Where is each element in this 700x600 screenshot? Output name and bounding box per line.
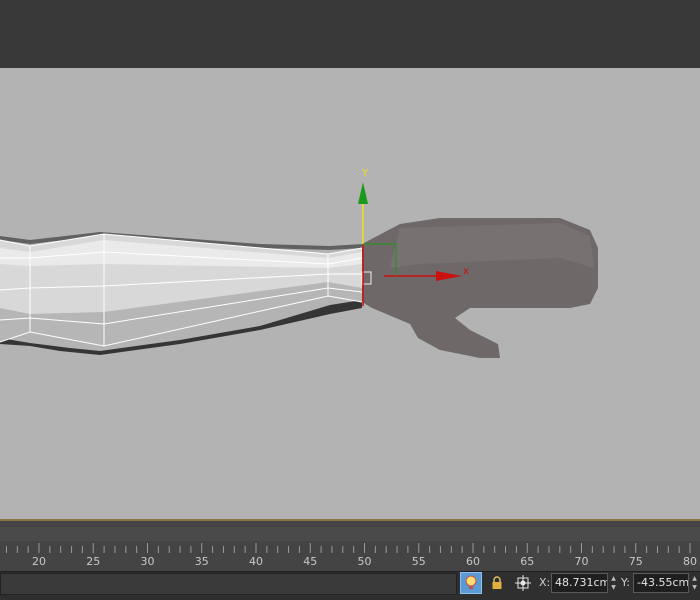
frame-tick-label: 45 (303, 555, 317, 568)
selection-lock-button[interactable] (486, 572, 508, 594)
x-coordinate-label: X: (539, 576, 551, 589)
frame-tick-label: 40 (249, 555, 263, 568)
frame-tick-label: 25 (86, 555, 100, 568)
isolate-selection-button[interactable] (460, 572, 482, 594)
y-coordinate-field[interactable]: -43.55cm (633, 573, 689, 593)
x-coordinate-spinner[interactable]: ▲ ▼ (609, 574, 618, 592)
top-toolbar-area (0, 0, 700, 68)
frame-tick-label: 65 (520, 555, 534, 568)
frame-tick-label: 55 (412, 555, 426, 568)
status-bar: X: 48.731cm ▲ ▼ Y: -43.55cm ▲ ▼ (0, 571, 700, 600)
frame-tick-label: 20 (32, 555, 46, 568)
lightbulb-icon (465, 575, 477, 589)
y-coordinate-label: Y: (621, 576, 630, 589)
lock-icon (492, 576, 502, 589)
frame-tick-label: 35 (195, 555, 209, 568)
y-axis-arrow (358, 182, 368, 204)
frame-tick-label: 75 (629, 555, 643, 568)
absolute-mode-button[interactable] (512, 572, 534, 594)
frame-tick-label: 50 (358, 555, 372, 568)
frame-tick-label: 30 (141, 555, 155, 568)
y-axis-label: Y (361, 168, 369, 179)
prompt-line[interactable] (0, 573, 457, 595)
transform-mode-icon (515, 575, 531, 591)
frame-tick-label: 80 (683, 555, 697, 568)
x-coordinate-field[interactable]: 48.731cm (551, 573, 608, 593)
frame-tick-label: 60 (466, 555, 480, 568)
timeline[interactable]: 20 25 30 35 40 45 50 55 60 65 70 75 80 (0, 519, 700, 571)
x-axis-label: x (463, 266, 469, 277)
time-ruler[interactable]: 20 25 30 35 40 45 50 55 60 65 70 75 80 (0, 539, 700, 571)
y-coordinate-spinner[interactable]: ▲ ▼ (690, 574, 699, 592)
frame-tick-label: 70 (575, 555, 589, 568)
viewport-scene[interactable]: Y x (0, 68, 700, 519)
viewport[interactable]: Y x (0, 68, 700, 519)
